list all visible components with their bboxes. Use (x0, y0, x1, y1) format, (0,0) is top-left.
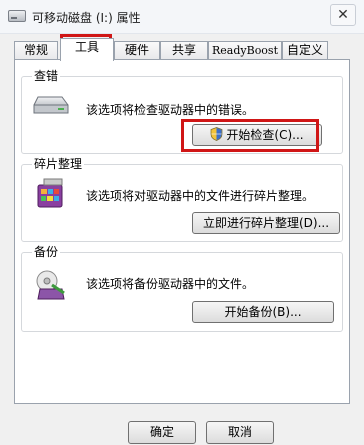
backup-title: 备份 (32, 245, 61, 259)
uac-shield-icon (211, 127, 223, 141)
defrag-icon (37, 178, 63, 208)
start-check-button[interactable]: 开始检查(C)... (192, 124, 322, 146)
backup-group: 备份 该选项将备份驱动器中的文件。 开始备份(B)... (21, 245, 343, 332)
tab-readyboost[interactable]: ReadyBoost (208, 41, 282, 60)
tab-tools[interactable]: 工具 (60, 38, 114, 61)
removable-drive-icon (8, 10, 26, 22)
defrag-description: 该选项将对驱动器中的文件进行碎片整理。 (86, 189, 315, 203)
cancel-button[interactable]: 取消 (206, 421, 274, 444)
tab-customize[interactable]: 自定义 (282, 41, 328, 60)
drive-icon (33, 96, 69, 114)
tools-panel: 查错 该选项将检查驱动器中的错误。 开始检查(C)... 碎片整理 该选项将对驱… (14, 59, 350, 404)
error-check-description: 该选项将检查驱动器中的错误。 (86, 103, 255, 117)
defrag-title: 碎片整理 (32, 157, 85, 171)
close-button[interactable]: ✕ (330, 4, 356, 26)
backup-description: 该选项将备份驱动器中的文件。 (86, 277, 255, 291)
title-bar: 可移动磁盘 (I:) 属性 ✕ (0, 0, 364, 34)
tab-strip: 常规 工具 硬件 共享 ReadyBoost 自定义 (14, 38, 354, 61)
start-check-label: 开始检查(C)... (226, 128, 304, 142)
window-title: 可移动磁盘 (I:) 属性 (32, 11, 141, 25)
error-check-title: 查错 (32, 69, 61, 83)
ok-button[interactable]: 确定 (128, 421, 196, 444)
tab-sharing[interactable]: 共享 (160, 41, 208, 60)
tab-general[interactable]: 常规 (14, 41, 58, 60)
tab-hardware[interactable]: 硬件 (114, 41, 160, 60)
backup-icon (36, 270, 65, 300)
defrag-group: 碎片整理 该选项将对驱动器中的文件进行碎片整理。 立即进行碎片整理(D)... (21, 157, 343, 242)
error-check-group: 查错 该选项将检查驱动器中的错误。 开始检查(C)... (21, 69, 343, 154)
start-backup-button[interactable]: 开始备份(B)... (192, 301, 334, 323)
defrag-now-button[interactable]: 立即进行碎片整理(D)... (192, 212, 340, 234)
